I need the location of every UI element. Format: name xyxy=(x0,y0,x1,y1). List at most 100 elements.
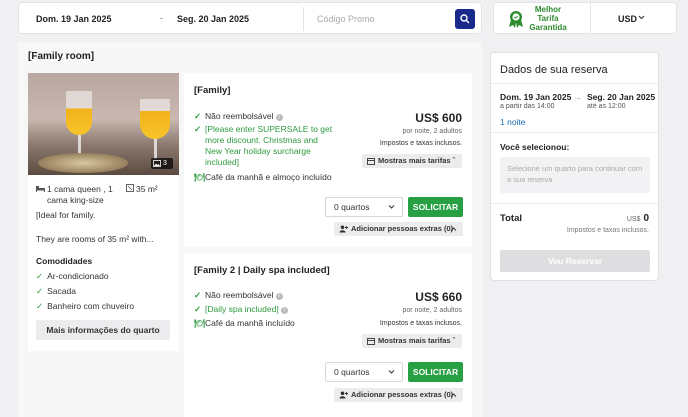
promo-code-input[interactable]: Código Promo xyxy=(317,14,375,24)
chevron-down-icon xyxy=(388,370,395,374)
book-button[interactable]: Vou Reservar xyxy=(500,250,650,272)
search-bar: Dom. 19 Jan 2025 - Seg. 20 Jan 2025 Códi… xyxy=(18,2,482,34)
check-icon: ✓ xyxy=(36,271,44,281)
search-icon xyxy=(460,14,470,24)
more-rates-button[interactable]: Mostras mais tarifas ˆ xyxy=(362,154,462,168)
promo-note: ✓ [Daily spa included] i xyxy=(194,304,288,315)
add-extra-guests-button[interactable]: Adicionar pessoas extras (0) xyxy=(334,388,463,402)
meal-icon: 🍽 xyxy=(194,172,205,182)
calendar-icon xyxy=(367,338,375,345)
taxes-note: Impostos e taxas inclusos. xyxy=(379,320,462,327)
total-label: Total xyxy=(500,213,522,224)
price-per-night: por noite, 2 adultos xyxy=(402,128,462,135)
price-per-night: por noite, 2 adultos xyxy=(402,307,462,314)
check-icon: ✓ xyxy=(194,111,202,121)
room-title: [Family room] xyxy=(28,51,95,62)
size-icon xyxy=(126,184,134,192)
check-icon: ✓ xyxy=(36,286,44,296)
more-room-info-button[interactable]: Mais informações do quarto xyxy=(36,320,170,340)
chevron-down-icon[interactable] xyxy=(638,14,645,21)
food-plate xyxy=(38,153,128,173)
currency-selector[interactable]: USD xyxy=(618,14,637,24)
amenity-item: ✓ Banheiro com chuveiro xyxy=(36,301,135,311)
info-icon[interactable]: i xyxy=(275,114,283,121)
more-rates-button[interactable]: Mostras mais tarifas ˆ xyxy=(362,334,462,348)
total-amount: US$ 0 xyxy=(626,213,649,224)
summary-checkout: Seg. 20 Jan 2025 xyxy=(587,92,656,102)
divider xyxy=(590,3,591,33)
check-icon: ✓ xyxy=(194,124,202,134)
arrow-right-icon: → xyxy=(573,92,582,102)
request-button[interactable]: SOLICITAR xyxy=(408,362,463,382)
bed-info: 1 cama queen , 1 cama king-size xyxy=(36,184,126,206)
checkin-time: a partir das 14:00 xyxy=(500,103,555,110)
checkout-time: até as 12:00 xyxy=(587,103,626,110)
rate-price: US$ 660 xyxy=(415,290,462,304)
check-icon: ✓ xyxy=(36,301,44,311)
chevron-up-icon: ˆ xyxy=(452,336,456,345)
rooms-area: [Family room] 3 1 cama queen , 1 cama ki… xyxy=(18,42,482,417)
bed-icon xyxy=(36,186,45,192)
photo-count-badge[interactable]: 3 xyxy=(151,158,173,169)
rate-title: [Family 2 | Daily spa included] xyxy=(194,265,330,276)
selected-rooms-box: Selecione um quarto para continuar com a… xyxy=(500,157,650,193)
room-quantity-select[interactable]: 0 quartos xyxy=(325,197,403,217)
bed-line-2: cama king-size xyxy=(47,195,104,205)
date-separator: - xyxy=(160,13,163,23)
top-bar: Dom. 19 Jan 2025 - Seg. 20 Jan 2025 Códi… xyxy=(0,0,688,42)
add-person-icon xyxy=(339,225,348,233)
promo-note: ✓ [Please enter SUPERSALE to get more di… xyxy=(194,124,333,167)
chevron-up-icon: ˆ xyxy=(452,156,456,165)
best-rate-label: Melhor Tarifa Garantida xyxy=(529,5,567,32)
divider xyxy=(303,7,304,31)
check-icon: ✓ xyxy=(194,304,202,314)
room-info-card: 3 1 cama queen , 1 cama king-size 35 m² … xyxy=(28,73,179,351)
glass-shape xyxy=(66,91,92,135)
nights-link[interactable]: 1 noite xyxy=(500,117,526,127)
total-taxes-note: Impostos e taxas inclusos. xyxy=(566,227,649,234)
request-button[interactable]: SOLICITAR xyxy=(408,197,463,217)
room-description-more: They are rooms of 35 m² with... xyxy=(36,234,154,244)
room-photo[interactable]: 3 xyxy=(28,73,179,175)
rate-card: [Family 2 | Daily spa included] ✓ Não re… xyxy=(184,253,472,417)
add-person-icon xyxy=(339,391,348,399)
rate-price: US$ 600 xyxy=(415,111,462,125)
bed-line-1: 1 cama queen , 1 xyxy=(47,184,113,194)
meal-plan: 🍽 Café da manhã e almoço incluído xyxy=(194,172,332,182)
refund-policy: ✓ Não reembolsável i xyxy=(194,111,283,122)
best-rate-panel: Melhor Tarifa Garantida USD xyxy=(493,2,677,34)
summary-checkin: Dom. 19 Jan 2025 xyxy=(500,92,572,102)
divider xyxy=(491,83,658,84)
taxes-note: Impostos e taxas inclusos. xyxy=(379,140,462,147)
award-badge-icon xyxy=(509,11,523,28)
calendar-icon xyxy=(367,158,375,165)
info-icon[interactable]: i xyxy=(275,293,283,300)
rate-card: [Family] ✓ Não reembolsável i ✓ [Please e… xyxy=(184,73,472,247)
amenity-item: ✓ Ar-condicionado xyxy=(36,271,109,281)
divider xyxy=(491,203,658,204)
image-icon xyxy=(153,160,161,167)
meal-icon: 🍽 xyxy=(194,318,205,328)
selected-label: Você selecionou: xyxy=(500,142,570,152)
reservation-title: Dados de sua reserva xyxy=(500,64,608,76)
checkout-date[interactable]: Seg. 20 Jan 2025 xyxy=(177,14,249,24)
room-size: 35 m² xyxy=(126,184,158,194)
room-description: [Ideal for family. xyxy=(36,210,96,220)
chevron-up-icon xyxy=(450,393,457,397)
chevron-up-icon xyxy=(450,227,457,231)
room-quantity-select[interactable]: 0 quartos xyxy=(325,362,403,382)
reservation-summary: Dados de sua reserva Dom. 19 Jan 2025 a … xyxy=(490,52,659,281)
add-extra-guests-button[interactable]: Adicionar pessoas extras (0) xyxy=(334,222,463,236)
checkin-date[interactable]: Dom. 19 Jan 2025 xyxy=(36,14,112,24)
amenity-item: ✓ Sacada xyxy=(36,286,76,296)
glass-shape xyxy=(140,99,170,139)
rate-title: [Family] xyxy=(194,85,231,96)
info-icon[interactable]: i xyxy=(280,307,288,314)
amenities-title: Comodidades xyxy=(36,256,93,266)
chevron-down-icon xyxy=(388,205,395,209)
search-button[interactable] xyxy=(455,9,475,29)
glass-stem xyxy=(154,139,157,159)
meal-plan: 🍽 Café da manhã incluído xyxy=(194,318,295,328)
refund-policy: ✓ Não reembolsável i xyxy=(194,290,283,301)
divider xyxy=(491,132,658,133)
